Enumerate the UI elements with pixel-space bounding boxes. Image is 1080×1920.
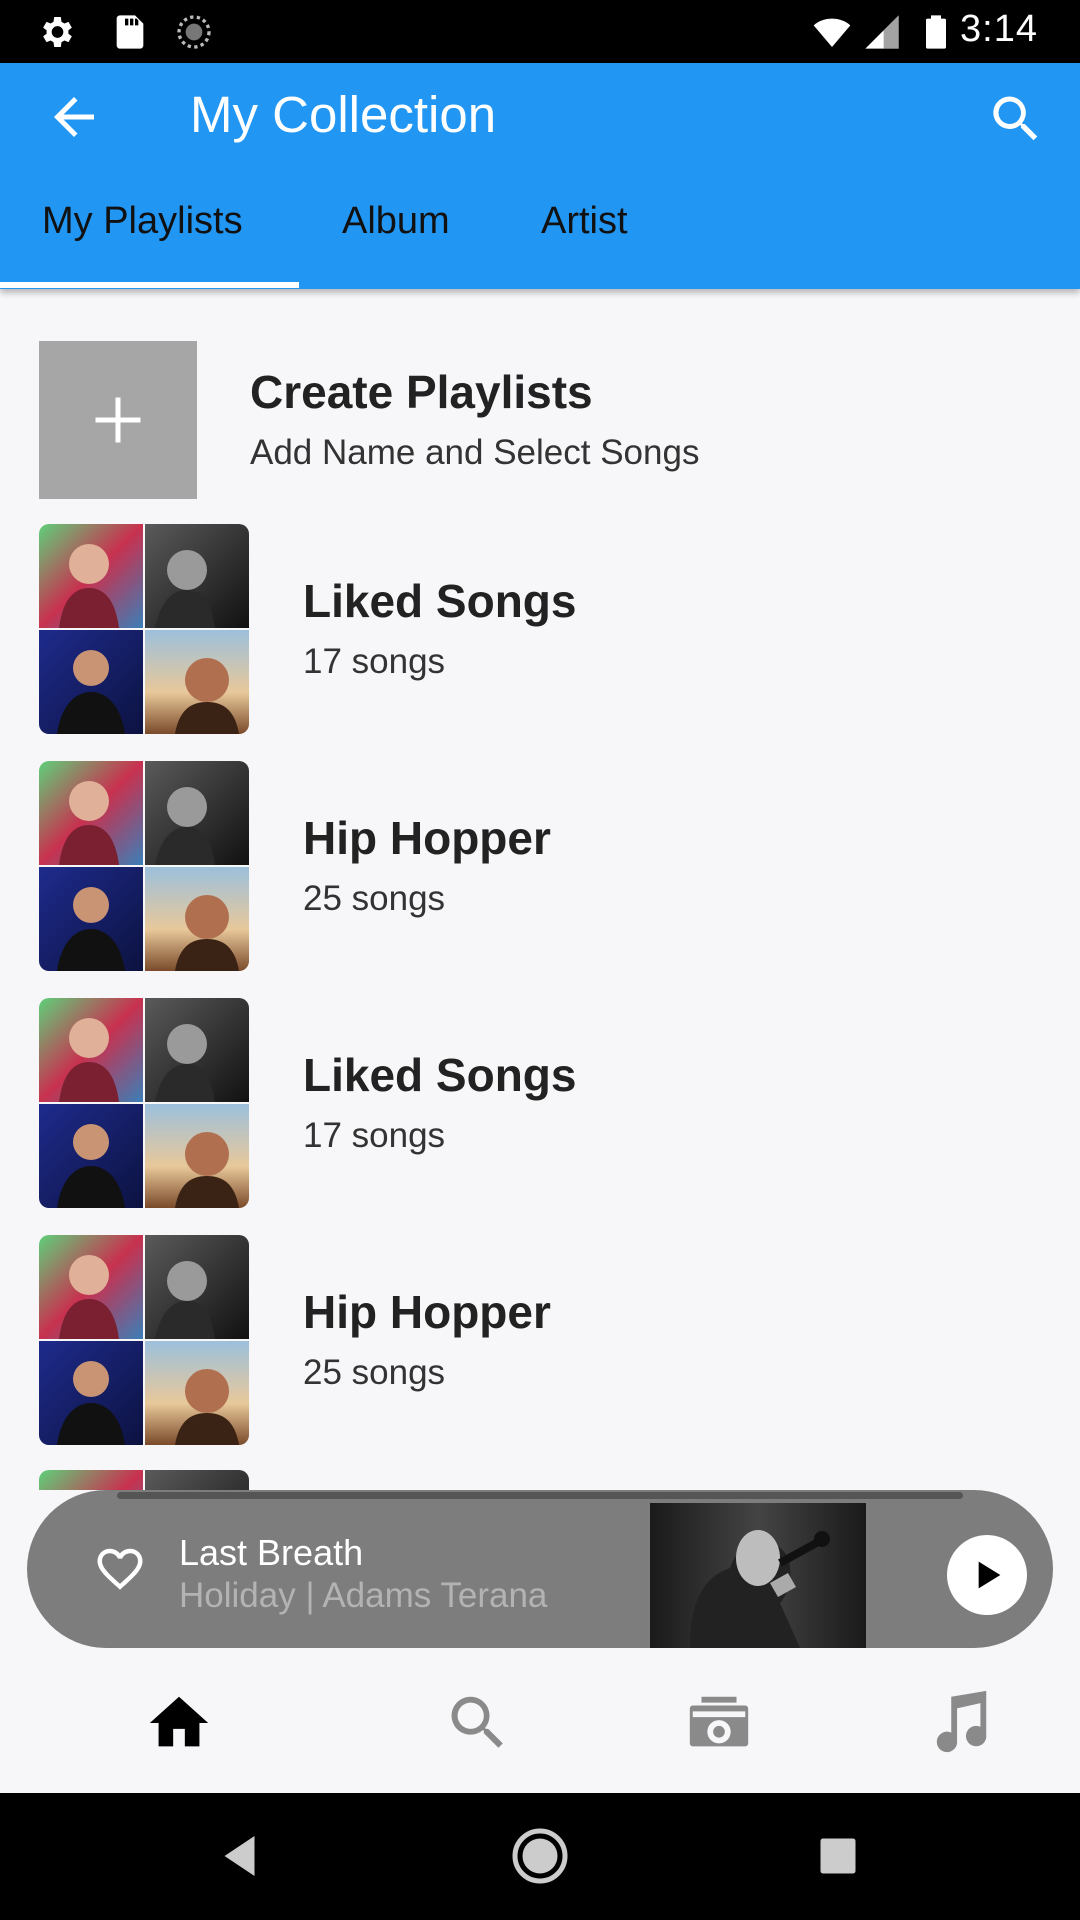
system-navigation-bar (0, 1793, 1080, 1920)
create-playlist-thumb (39, 341, 197, 499)
artist-photo (145, 867, 249, 971)
playlist-artwork-mosaic (39, 1235, 249, 1445)
radio-icon[interactable] (684, 1688, 754, 1758)
battery-icon (926, 15, 946, 49)
playlist-song-count: 17 songs (303, 1116, 446, 1155)
back-triangle-icon[interactable] (212, 1826, 272, 1886)
home-icon[interactable] (144, 1688, 214, 1758)
play-icon (978, 1561, 1001, 1589)
playlist-item[interactable]: Hip Hopper 25 songs (39, 1235, 1039, 1445)
artist-photo (145, 1470, 249, 1490)
now-playing-title: Last Breath (179, 1532, 364, 1573)
sd-card-icon (116, 15, 144, 49)
artist-photo (145, 761, 249, 865)
clock: 3:14 (960, 8, 1038, 50)
sync-icon (177, 15, 211, 49)
progress-bar[interactable] (117, 1492, 963, 1499)
artist-photo (145, 1235, 249, 1339)
artist-photo (39, 761, 143, 865)
tab-album[interactable]: Album (342, 200, 450, 243)
create-playlist-subtitle: Add Name and Select Songs (250, 433, 700, 472)
playlist-item[interactable]: Liked Songs 17 songs (39, 524, 1039, 734)
tab-indicator (0, 282, 299, 288)
artist-photo (39, 630, 143, 734)
playlist-title: Hip Hopper (303, 812, 551, 864)
page-title: My Collection (190, 86, 497, 143)
playlist-artwork-mosaic (39, 524, 249, 734)
mini-player[interactable]: Last Breath Holiday | Adams Terana (27, 1490, 1053, 1648)
playlist-song-count: 25 songs (303, 879, 446, 918)
artist-photo (145, 524, 249, 628)
recents-square-icon[interactable] (808, 1826, 868, 1886)
search-icon[interactable] (443, 1688, 513, 1758)
artist-photo (145, 998, 249, 1102)
artist-photo (145, 1341, 249, 1445)
playlist-song-count: 17 songs (303, 642, 446, 681)
playlist-item[interactable] (39, 1470, 1039, 1490)
tab-my-playlists[interactable]: My Playlists (42, 200, 243, 243)
playlist-title: Liked Songs (303, 575, 577, 627)
gear-icon (43, 17, 72, 47)
playlist-song-count: 25 songs (303, 1353, 446, 1392)
artist-photo (39, 998, 143, 1102)
app-bar: My Collection My Playlists Album Artist (0, 63, 1080, 289)
now-playing-cover (650, 1503, 866, 1648)
artist-photo (145, 630, 249, 734)
artist-photo (39, 1470, 143, 1490)
playlist-list[interactable]: Liked Songs 17 songs Hip Hopper 25 songs… (0, 520, 1080, 1490)
create-playlist-title: Create Playlists (250, 366, 593, 418)
home-circle-icon[interactable] (510, 1826, 570, 1886)
artist-photo (39, 1104, 143, 1208)
artist-photo (39, 1341, 143, 1445)
now-playing-subtitle: Holiday | Adams Terana (179, 1576, 548, 1615)
heart-outline-icon[interactable] (93, 1542, 147, 1596)
artist-photo (145, 1104, 249, 1208)
cell-signal-icon (865, 15, 899, 49)
artist-photo (39, 1235, 143, 1339)
wifi-icon (813, 18, 851, 47)
status-bar: 3:14 (0, 0, 1080, 63)
tab-artist[interactable]: Artist (541, 200, 628, 243)
arrow-left-icon[interactable] (44, 87, 104, 147)
bottom-navigation (0, 1648, 1080, 1793)
playlist-artwork-mosaic (39, 998, 249, 1208)
playlist-artwork-mosaic (39, 1470, 249, 1490)
play-button[interactable] (947, 1535, 1027, 1615)
playlist-item[interactable]: Liked Songs 17 songs (39, 998, 1039, 1208)
search-icon[interactable] (986, 89, 1046, 149)
playlist-item[interactable]: Hip Hopper 25 songs (39, 761, 1039, 971)
artist-photo (39, 524, 143, 628)
plus-icon (95, 397, 141, 443)
playlist-artwork-mosaic (39, 761, 249, 971)
playlist-title: Liked Songs (303, 1049, 577, 1101)
music-note-icon[interactable] (925, 1688, 995, 1758)
create-playlist-row[interactable]: Create Playlists Add Name and Select Son… (39, 341, 1039, 499)
playlist-title: Hip Hopper (303, 1286, 551, 1338)
artist-photo (39, 867, 143, 971)
